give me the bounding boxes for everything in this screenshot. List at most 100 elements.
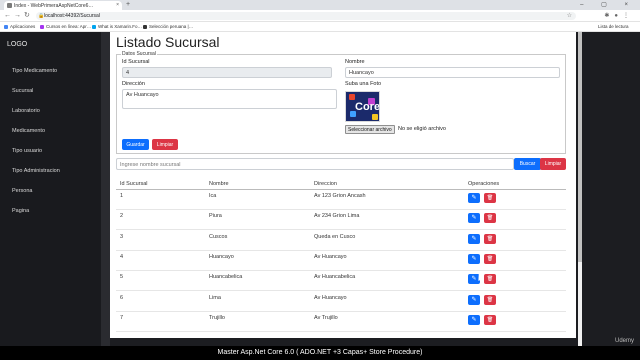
trash-icon: 🗑 <box>486 276 494 283</box>
menu-icon[interactable]: ⋮ <box>623 13 634 19</box>
sidebar-item-tipo-medicamento[interactable]: Tipo Medicamento <box>12 68 57 74</box>
cell-nombre: Piura <box>209 213 222 220</box>
bookmark-item[interactable]: Cursos en línea: Apr… <box>40 24 91 29</box>
choose-file-button[interactable]: Seleccionar archivo <box>345 125 395 134</box>
cell-nombre: Lima <box>209 294 221 301</box>
cell-nombre: Huancayo <box>209 253 234 260</box>
sidebar-item-tipo-administracion[interactable]: Tipo Administracion <box>12 168 60 174</box>
table-row: 1 Ica Av 123 Grion Ancash ✎ 🗑 <box>116 190 566 210</box>
page-title: Listado Sucursal <box>116 34 220 50</box>
bookmark-star-icon[interactable]: ☆ <box>567 12 572 19</box>
back-icon[interactable]: ← <box>4 12 14 19</box>
delete-button[interactable]: 🗑 <box>484 213 496 224</box>
photo-preview: Core <box>345 91 380 122</box>
guardar-button[interactable]: Guardar <box>122 139 149 150</box>
bookmark-item[interactable]: What is Xamarin.Fo… <box>92 24 142 29</box>
new-tab-button[interactable]: + <box>126 1 130 9</box>
table-row: 5 Huancabelica Av Huancabelica ✎ 🗑 <box>116 271 566 292</box>
video-caption: Master Asp.Net Core 6.0 ( ADO.NET +3 Cap… <box>0 346 640 360</box>
id-field: 4 <box>122 67 332 78</box>
nombre-label: Nombre <box>345 59 365 65</box>
url-text: localhost:44392/Sucursal <box>44 13 100 19</box>
delete-button[interactable]: 🗑 <box>484 314 496 325</box>
direccion-field[interactable]: Av Huancayo <box>122 89 337 109</box>
cell-id: 2 <box>120 213 124 220</box>
table-row: 7 Trujillo Av Trujillo ✎ 🗑 <box>116 312 566 332</box>
edit-button[interactable]: ✎ <box>468 193 480 203</box>
pencil-icon: ✎ <box>471 316 477 323</box>
sidebar-item-medicamento[interactable]: Medicamento <box>12 128 45 134</box>
limpiar-search-button[interactable]: Limpiar <box>540 158 566 170</box>
profile-icon[interactable]: ● <box>614 13 623 19</box>
scrollbar-thumb[interactable] <box>578 32 582 262</box>
microsoft-icon <box>92 24 96 29</box>
content-gutter <box>101 32 110 346</box>
cell-id: 4 <box>120 253 124 260</box>
edit-button[interactable]: ✎ <box>468 294 480 305</box>
address-bar: ←→↻ 🔒 localhost:44392/Sucursal ☆ ✱●⋮ <box>0 10 640 22</box>
udemy-icon <box>40 24 44 29</box>
nav-buttons[interactable]: ←→↻ <box>4 12 33 20</box>
tab-title: Index - WebPrimeraAspNetCore6… <box>14 3 94 9</box>
search-input[interactable]: Ingrese nombre sucursal <box>116 158 514 170</box>
cell-id: 5 <box>120 274 124 281</box>
reload-icon[interactable]: ↻ <box>24 12 33 19</box>
column-header-direccion: Direccion <box>314 181 337 187</box>
pencil-icon: ✎ <box>471 255 477 262</box>
delete-button[interactable]: 🗑 <box>484 274 496 285</box>
trash-icon: 🗑 <box>486 235 494 242</box>
datos-sucursal-fieldset: Datos Sucursal Id Sucursal 4 Dirección A… <box>116 51 566 154</box>
cell-id: 3 <box>120 233 124 240</box>
sidebar-item-pagina[interactable]: Pagina <box>12 208 29 214</box>
sidebar: LOGO Tipo Medicamento Sucursal Laborator… <box>0 32 101 346</box>
delete-button[interactable]: 🗑 <box>484 193 496 203</box>
apps-grid-icon <box>4 24 8 29</box>
delete-button[interactable]: 🗑 <box>484 253 496 264</box>
trash-icon: 🗑 <box>486 215 494 222</box>
column-header-id: Id Sucursal <box>120 181 148 187</box>
pencil-icon: ✎ <box>471 296 477 303</box>
trash-icon: 🗑 <box>486 195 494 201</box>
cell-direccion: Av 234 Grion Lima <box>314 213 360 220</box>
sidebar-item-laboratorio[interactable]: Laboratorio <box>12 108 40 114</box>
sidebar-item-tipo-usuario[interactable]: Tipo usuario <box>12 148 42 154</box>
cell-direccion: Av Huancayo <box>314 253 347 260</box>
sidebar-item-persona[interactable]: Persona <box>12 188 33 194</box>
page-favicon-icon <box>7 3 12 8</box>
column-header-nombre: Nombre <box>209 181 229 187</box>
edit-button[interactable]: ✎ <box>468 314 480 325</box>
file-status: No se eligió archivo <box>398 126 446 132</box>
trash-icon: 🗑 <box>486 296 494 303</box>
extension-icons[interactable]: ✱●⋮ <box>604 12 634 19</box>
buscar-button[interactable]: Buscar <box>514 158 541 170</box>
pencil-icon: ✎ <box>471 276 477 283</box>
logo: LOGO <box>7 41 28 48</box>
extensions-icon[interactable]: ✱ <box>604 13 614 19</box>
trash-icon: 🗑 <box>486 316 494 323</box>
pencil-icon: ✎ <box>471 215 477 222</box>
edit-button[interactable]: ✎ <box>468 233 480 244</box>
direccion-label: Dirección <box>122 81 145 87</box>
table-row: 6 Lima Av Huancayo ✎ 🗑 <box>116 292 566 312</box>
cell-direccion: Av 123 Grion Ancash <box>314 193 366 199</box>
bookmark-item[interactable]: Aplicaciones <box>4 24 35 29</box>
window-controls[interactable]: – ▢ × <box>580 1 636 8</box>
nombre-field[interactable]: Huancayo <box>345 67 560 78</box>
browser-tab-bar: Index - WebPrimeraAspNetCore6… × + – ▢ × <box>0 0 640 10</box>
edit-button[interactable]: ✎ <box>468 253 480 264</box>
browser-tab[interactable]: Index - WebPrimeraAspNetCore6… × <box>4 1 122 10</box>
pencil-icon: ✎ <box>471 195 477 201</box>
url-field[interactable]: 🔒 localhost:44392/Sucursal ☆ <box>36 12 576 20</box>
close-tab-icon[interactable]: × <box>116 2 119 8</box>
id-label: Id Sucursal <box>122 59 150 65</box>
delete-button[interactable]: 🗑 <box>484 294 496 305</box>
delete-button[interactable]: 🗑 <box>484 233 496 244</box>
sidebar-item-sucursal[interactable]: Sucursal <box>12 88 33 94</box>
forward-icon[interactable]: → <box>14 12 24 19</box>
limpiar-form-button[interactable]: Limpiar <box>152 139 178 150</box>
reading-list[interactable]: Lista de lectura <box>598 24 629 29</box>
edit-button[interactable]: ✎ <box>468 213 480 224</box>
lock-icon: 🔒 <box>38 13 45 19</box>
pencil-icon: ✎ <box>471 235 477 242</box>
bookmark-item[interactable]: Selección peruana |… <box>143 24 193 29</box>
